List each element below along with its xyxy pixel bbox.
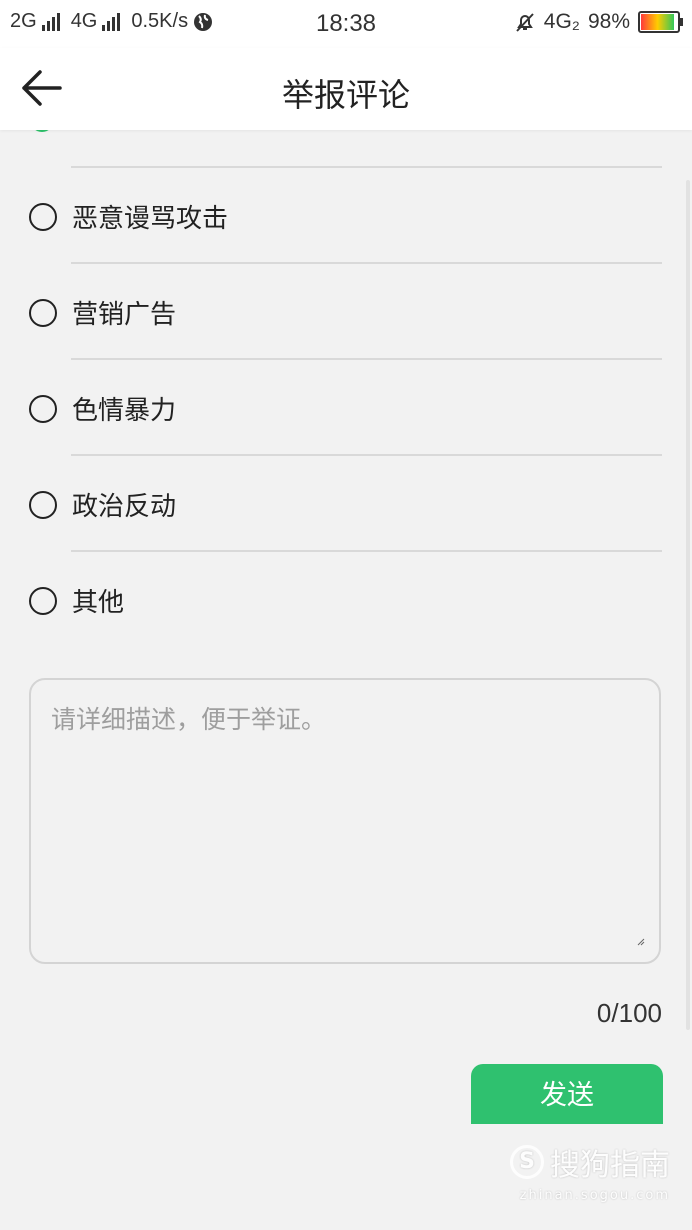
watermark-domain: zhinan.sogou.com [519, 1188, 670, 1203]
radio-button[interactable] [29, 203, 57, 231]
report-reasons-list: 恶意谩骂攻击 营销广告 色情暴力 政治反动 其他 [0, 130, 692, 648]
reason-option[interactable]: 政治反动 [0, 456, 692, 552]
status-bar: 2G 4G 0.5K/s 18:38 4G₂ 98% [0, 0, 692, 48]
battery-percent: 98% [587, 10, 630, 33]
sogou-logo-icon: S [510, 1145, 544, 1179]
char-counter: 0/100 [596, 998, 662, 1028]
reason-label: 政治反动 [72, 492, 177, 522]
watermark: S 搜狗指南 zhinan.sogou.com [510, 1140, 670, 1203]
reason-label: 色情暴力 [72, 396, 177, 426]
reason-option[interactable]: 色情暴力 [0, 360, 692, 456]
page-title: 举报评论 [281, 76, 410, 114]
scrollbar[interactable] [686, 180, 690, 1030]
list-item [0, 130, 692, 168]
reason-option[interactable]: 恶意谩骂攻击 [0, 168, 692, 264]
watermark-brand: S 搜狗指南 [510, 1140, 670, 1184]
network-type-3: 4G₂ [543, 10, 580, 33]
radio-button[interactable] [29, 299, 57, 327]
reason-label: 营销广告 [72, 300, 177, 330]
reason-label: 其他 [72, 588, 125, 618]
resize-grip-icon[interactable] [637, 938, 645, 946]
description-textarea[interactable]: 请详细描述，便于举证。 [29, 678, 661, 964]
watermark-text: 搜狗指南 [550, 1148, 670, 1183]
radio-button[interactable] [29, 395, 57, 423]
send-button[interactable]: 发送 [471, 1064, 663, 1124]
reason-label: 恶意谩骂攻击 [72, 204, 229, 234]
radio-button[interactable] [29, 491, 57, 519]
status-right: 4G₂ 98% [514, 10, 683, 34]
alarm-muted-icon [516, 13, 534, 32]
battery-icon [638, 11, 683, 33]
title-bar: 举报评论 [0, 48, 692, 130]
textarea-placeholder: 请详细描述，便于举证。 [51, 705, 327, 734]
reason-option[interactable]: 营销广告 [0, 264, 692, 360]
reason-option[interactable]: 其他 [0, 552, 692, 648]
radio-button[interactable] [29, 587, 57, 615]
